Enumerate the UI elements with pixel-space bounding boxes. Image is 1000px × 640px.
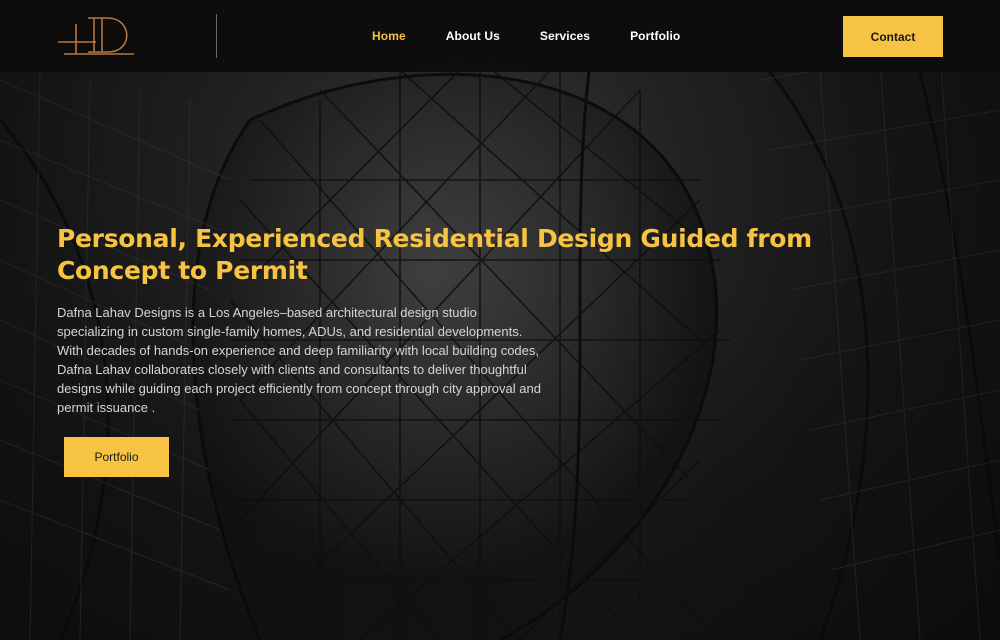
hero-description: Dafna Lahav Designs is a Los Angeles–bas… bbox=[57, 305, 541, 415]
nav-item-services[interactable]: Services bbox=[528, 29, 602, 43]
site-header: Home About Us Services Portfolio Contact bbox=[0, 0, 1000, 72]
contact-button[interactable]: Contact bbox=[843, 16, 943, 57]
nav-item-about-us[interactable]: About Us bbox=[434, 29, 512, 43]
nav-item-home[interactable]: Home bbox=[360, 29, 418, 43]
ld-monogram-icon[interactable] bbox=[56, 14, 138, 60]
header-divider bbox=[216, 14, 217, 58]
nav-item-portfolio[interactable]: Portfolio bbox=[618, 29, 692, 43]
portfolio-button[interactable]: Portfolio bbox=[64, 437, 169, 477]
hero-title: Personal, Experienced Residential Design… bbox=[57, 224, 812, 285]
main-nav: Home About Us Services Portfolio bbox=[360, 0, 692, 72]
